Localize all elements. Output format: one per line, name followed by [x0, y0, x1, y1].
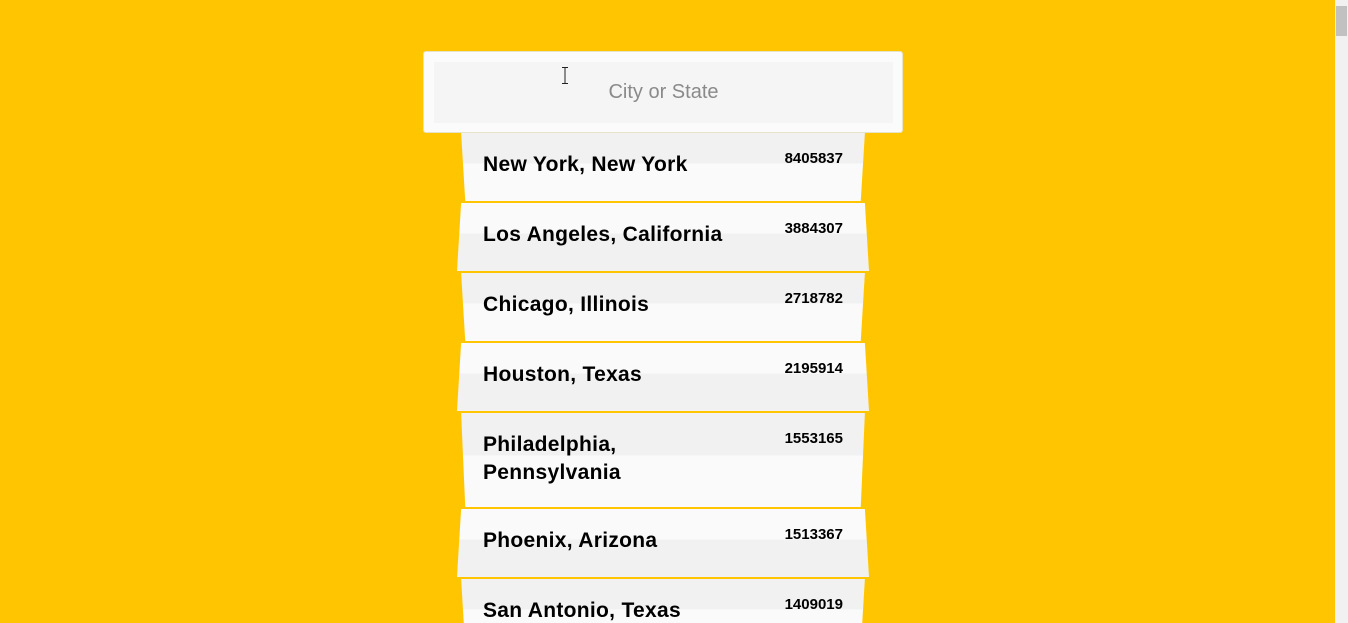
city-name: New York, New York: [483, 153, 688, 176]
list-item[interactable]: Los Angeles, California 3884307: [457, 203, 869, 271]
city-name: Chicago, Illinois: [483, 293, 650, 316]
population: 8405837: [784, 150, 843, 167]
search-form: [423, 51, 903, 133]
text-cursor-icon: [562, 67, 568, 84]
list-item[interactable]: New York, New York 8405837: [457, 133, 869, 201]
population: 2195914: [784, 360, 843, 377]
scrollbar-thumb[interactable]: [1336, 6, 1347, 36]
suggestions-list: New York, New York 8405837 Los Angeles, …: [457, 133, 869, 623]
city-name: Philadelphia, Pennsylvania: [483, 433, 621, 484]
list-item[interactable]: Phoenix, Arizona 1513367: [457, 509, 869, 577]
vertical-scrollbar[interactable]: [1335, 0, 1348, 623]
search-input[interactable]: [434, 62, 893, 123]
list-item[interactable]: Chicago, Illinois 2718782: [457, 273, 869, 341]
list-item[interactable]: Houston, Texas 2195914: [457, 343, 869, 411]
population: 2718782: [784, 290, 843, 307]
population: 1553165: [784, 430, 843, 447]
city-name: Phoenix, Arizona: [483, 529, 658, 552]
city-name: San Antonio, Texas: [483, 599, 681, 622]
city-name: Los Angeles, California: [483, 223, 723, 246]
page: New York, New York 8405837 Los Angeles, …: [0, 0, 1348, 623]
population: 1409019: [784, 596, 843, 613]
list-item[interactable]: San Antonio, Texas 1409019: [457, 579, 869, 623]
population: 3884307: [784, 220, 843, 237]
city-name: Houston, Texas: [483, 363, 643, 386]
list-item[interactable]: Philadelphia, Pennsylvania 1553165: [457, 413, 869, 507]
population: 1513367: [784, 526, 843, 543]
